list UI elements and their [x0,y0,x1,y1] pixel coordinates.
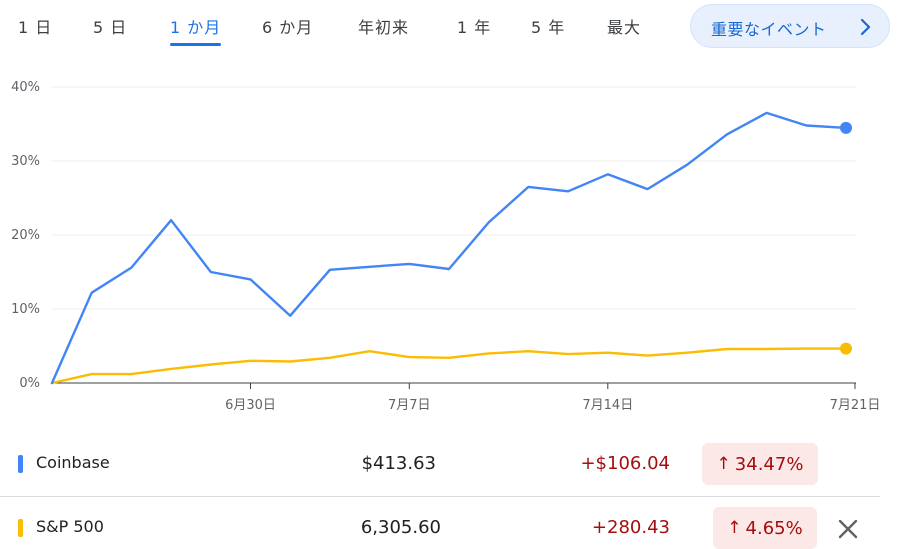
coinbase-change: +$106.04 [580,453,670,474]
sp500-color-swatch [18,519,23,537]
series-line-sp500 [50,347,848,385]
arrow-up-icon: ↑ [727,518,742,538]
legend-row-coinbase: Coinbase $413.63 +$106.04 ↑ 34.47% [0,436,900,492]
arrow-up-icon: ↑ [716,454,731,474]
series-line-coinbase [50,111,848,385]
remove-comparison-close-icon[interactable] [834,515,862,543]
y-tick-label: 20% [11,228,40,243]
coinbase-name: Coinbase [36,453,110,472]
y-tick-label: 0% [19,376,40,391]
tab-5-days[interactable]: 5 日 [93,14,127,38]
time-range-tabs: 1 日 5 日 1 か月 6 か月 年初来 1 年 5 年 最大 重要なイベント [0,0,900,52]
tab-6-months[interactable]: 6 か月 [262,14,313,38]
coinbase-percent-badge: ↑ 34.47% [702,443,818,485]
x-tick-label: 7月14日 [582,398,633,413]
y-tick-label: 10% [11,302,40,317]
legend-row-sp500: S&P 500 6,305.60 +280.43 ↑ 4.65% [0,500,900,549]
sp500-percent-badge: ↑ 4.65% [713,507,817,549]
row-divider [0,496,880,497]
active-tab-indicator [170,43,222,46]
x-tick-label: 7月21日 [830,398,881,413]
tab-ytd[interactable]: 年初来 [358,14,409,38]
y-tick-label: 40% [11,80,40,95]
tab-max[interactable]: 最大 [607,14,641,38]
sp500-name: S&P 500 [36,517,104,536]
key-events-label: 重要なイベント [711,20,827,39]
chevron-right-icon [860,18,871,36]
stock-compare-widget: 1 日 5 日 1 か月 6 か月 年初来 1 年 5 年 最大 重要なイベント… [0,0,900,549]
tab-1-month[interactable]: 1 か月 [170,14,222,46]
tab-5-years[interactable]: 5 年 [531,14,565,38]
tab-1-day[interactable]: 1 日 [18,14,52,38]
y-tick-label: 30% [11,154,40,169]
comparison-chart-svg: 0% 10% 20% 30% 40% 6月30日 7月7日 7月14日 7月21日 [11,80,881,413]
sp500-change: +280.43 [591,517,670,538]
sp500-price: 6,305.60 [360,517,441,538]
comparison-chart: 0% 10% 20% 30% 40% 6月30日 7月7日 7月14日 7月21日 [0,60,900,430]
sp500-percent: 4.65% [745,517,803,539]
coinbase-color-swatch [18,455,23,473]
x-tick-label: 7月7日 [388,398,431,413]
coinbase-price: $413.63 [361,453,436,474]
coinbase-percent: 34.47% [734,453,804,475]
series-endpoint-coinbase [840,121,852,134]
series-endpoint-sp500 [840,342,852,355]
x-tick-label: 6月30日 [225,398,276,413]
key-events-button[interactable]: 重要なイベント [690,4,890,48]
tab-1-year[interactable]: 1 年 [457,14,491,38]
